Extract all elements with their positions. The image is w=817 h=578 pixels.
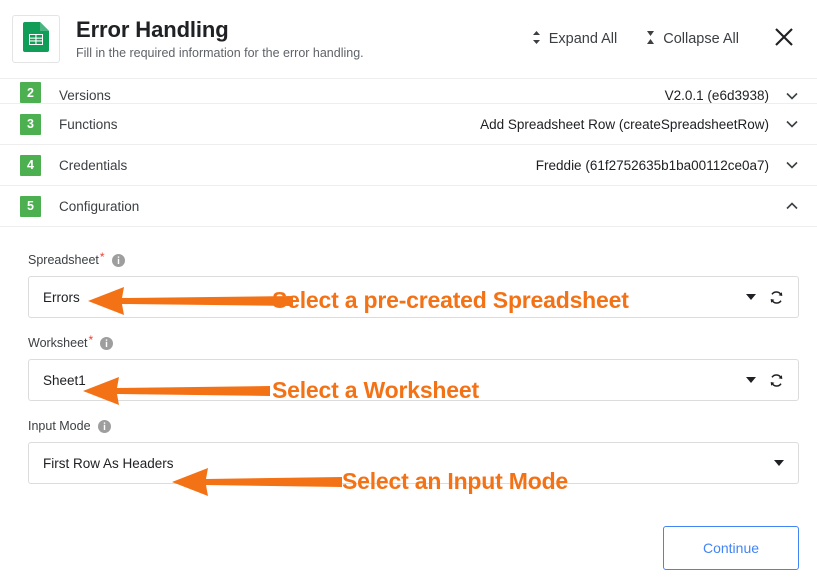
continue-button[interactable]: Continue xyxy=(663,526,799,570)
accordion-label: Versions xyxy=(59,88,111,103)
accordion-rows: 2 Versions V2.0.1 (e6d3938) 3 Functions … xyxy=(0,78,817,227)
header-actions: Expand All Collapse All xyxy=(523,24,799,55)
dialog-header: Error Handling Fill in the required info… xyxy=(0,0,817,78)
chevron-up-icon xyxy=(785,199,799,213)
title-block: Error Handling Fill in the required info… xyxy=(76,17,523,62)
chevron-down-icon xyxy=(785,158,799,172)
expand-all-label: Expand All xyxy=(548,31,618,47)
spreadsheet-select[interactable]: Errors xyxy=(28,276,799,318)
refresh-icon[interactable] xyxy=(769,373,784,388)
accordion-row-credentials[interactable]: 4 Credentials Freddie (61f2752635b1ba001… xyxy=(0,145,817,186)
accordion-label: Functions xyxy=(59,116,118,132)
accordion-value: Freddie (61f2752635b1ba00112ce0a7) xyxy=(535,157,769,173)
step-badge: 5 xyxy=(20,195,41,217)
field-label-text: Input Mode xyxy=(28,419,91,433)
step-badge: 4 xyxy=(20,154,41,176)
chevron-down-icon[interactable] xyxy=(746,294,756,300)
field-label-worksheet: Worksheet * xyxy=(28,333,799,350)
worksheet-select[interactable]: Sheet1 xyxy=(28,359,799,401)
field-label-text: Spreadsheet xyxy=(28,253,99,267)
field-input-mode: Input Mode First Row As Headers xyxy=(28,419,799,484)
step-badge: 3 xyxy=(20,113,41,135)
field-worksheet: Worksheet * Sheet1 xyxy=(28,333,799,401)
info-icon[interactable] xyxy=(111,253,125,267)
dialog-footer: Continue xyxy=(0,518,817,578)
refresh-icon[interactable] xyxy=(769,290,784,305)
accordion-value: Add Spreadsheet Row (createSpreadsheetRo… xyxy=(480,116,769,132)
app-icon-container xyxy=(12,15,60,63)
worksheet-value: Sheet1 xyxy=(43,372,86,388)
collapse-all-label: Collapse All xyxy=(663,31,739,47)
field-label-spreadsheet: Spreadsheet * xyxy=(28,250,799,267)
required-asterisk: * xyxy=(88,333,94,347)
chevron-down-icon[interactable] xyxy=(774,460,784,466)
page-subtitle: Fill in the required information for the… xyxy=(76,45,364,60)
info-icon[interactable] xyxy=(97,419,111,433)
chevron-down-icon xyxy=(785,89,799,103)
required-asterisk: * xyxy=(99,250,105,264)
accordion-value: V2.0.1 (e6d3938) xyxy=(664,88,769,103)
accordion-label: Configuration xyxy=(59,198,140,214)
field-spreadsheet: Spreadsheet * Errors xyxy=(28,250,799,318)
spreadsheet-value: Errors xyxy=(43,289,80,305)
input-mode-select[interactable]: First Row As Headers xyxy=(28,442,799,484)
chevron-down-icon[interactable] xyxy=(746,377,756,383)
accordion-row-configuration[interactable]: 5 Configuration xyxy=(0,186,817,227)
accordion-label: Credentials xyxy=(59,157,128,173)
info-icon[interactable] xyxy=(100,336,114,350)
accordion-row-versions[interactable]: 2 Versions V2.0.1 (e6d3938) xyxy=(0,79,817,104)
configuration-panel: Spreadsheet * Errors Worksheet * Sheet1 … xyxy=(0,227,817,484)
collapse-chevrons-icon xyxy=(645,30,656,49)
collapse-all-button[interactable]: Collapse All xyxy=(637,24,747,55)
close-button[interactable] xyxy=(769,24,799,54)
expand-chevrons-icon xyxy=(531,30,542,49)
chevron-down-icon xyxy=(785,117,799,131)
page-title: Error Handling xyxy=(76,16,229,42)
google-sheets-icon xyxy=(23,21,49,57)
close-icon xyxy=(773,26,795,53)
field-label-text: Worksheet xyxy=(28,336,88,350)
field-label-input-mode: Input Mode xyxy=(28,419,799,433)
input-mode-value: First Row As Headers xyxy=(43,455,174,471)
step-badge: 2 xyxy=(20,82,41,103)
accordion-row-functions[interactable]: 3 Functions Add Spreadsheet Row (createS… xyxy=(0,104,817,145)
expand-all-button[interactable]: Expand All xyxy=(523,24,626,55)
